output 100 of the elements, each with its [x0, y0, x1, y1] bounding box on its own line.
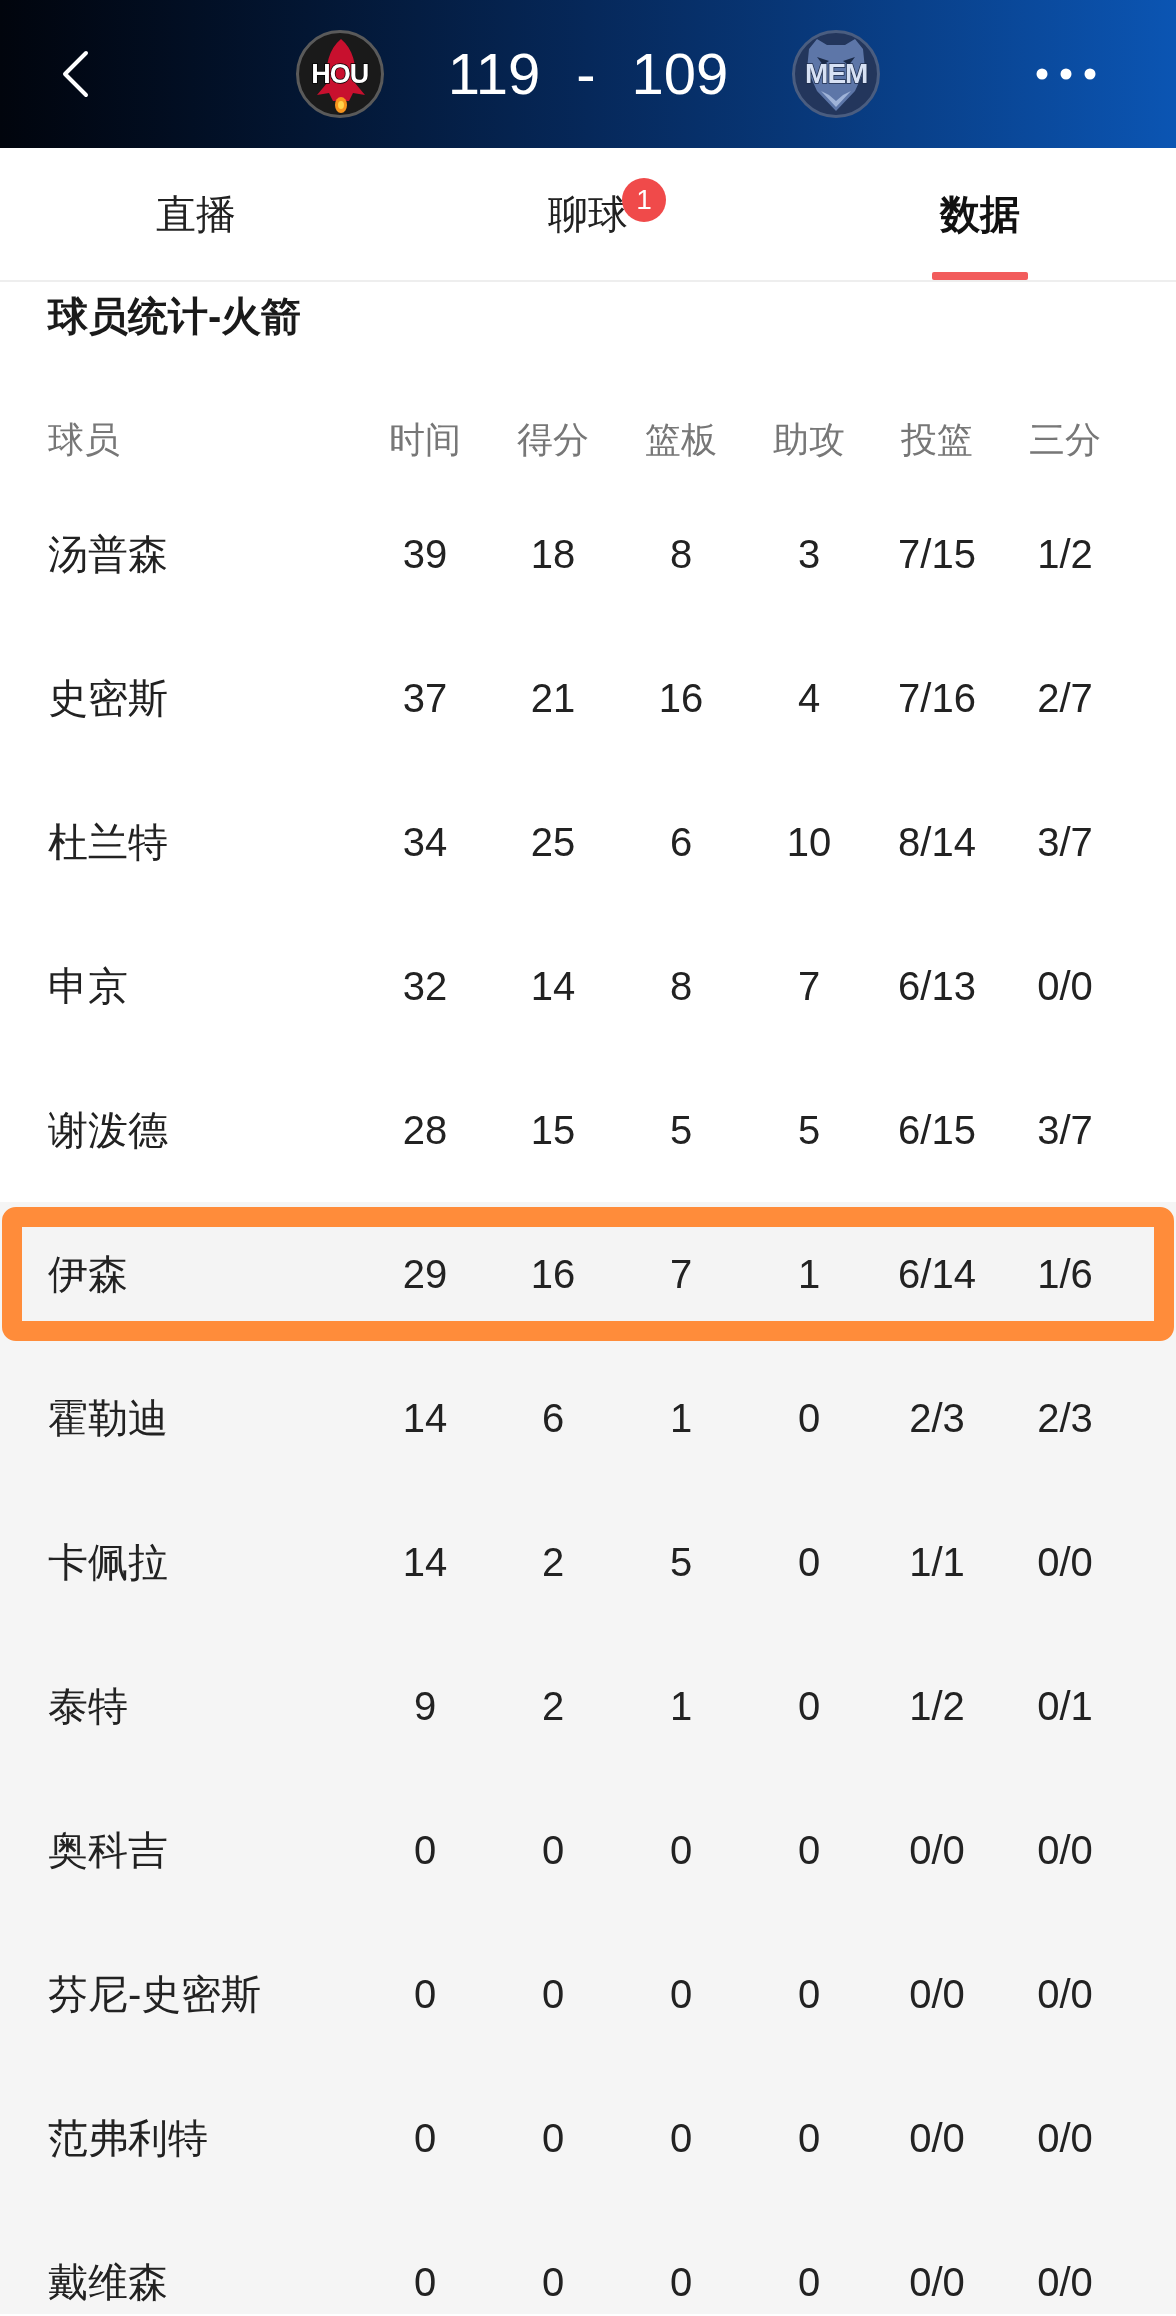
player-name[interactable]: 戴维森 [48, 2260, 168, 2304]
stat-value: 0/0 [909, 2116, 965, 2160]
player-name[interactable]: 杜兰特 [48, 820, 168, 864]
stat-value: 0 [541, 2116, 565, 2160]
stat-value: 37 [402, 676, 448, 720]
stat-value: 0 [413, 1972, 437, 2016]
stat-value: 16 [530, 1252, 576, 1296]
stat-value: 8 [669, 964, 693, 1008]
stat-value: 0 [413, 2116, 437, 2160]
stat-value: 6 [541, 1396, 565, 1440]
stat-value: 10 [786, 820, 832, 864]
player-name[interactable]: 范弗利特 [48, 2116, 208, 2160]
stat-value: 16 [658, 676, 704, 720]
back-icon[interactable] [60, 50, 90, 98]
stat-value: 0 [413, 1828, 437, 1872]
stat-value: 14 [530, 964, 576, 1008]
player-name[interactable]: 泰特 [48, 1684, 128, 1728]
stat-value: 0 [797, 1684, 821, 1728]
column-header[interactable]: 时间 [389, 419, 461, 460]
player-name[interactable]: 伊森 [48, 1252, 128, 1296]
stat-value: 5 [797, 1108, 821, 1152]
stat-value: 0 [797, 2116, 821, 2160]
stat-value: 1/1 [909, 1540, 965, 1584]
stat-value: 8 [669, 532, 693, 576]
column-header[interactable]: 三分 [1029, 419, 1101, 460]
stat-value: 6 [669, 820, 693, 864]
stat-value: 8/14 [898, 820, 976, 864]
stat-value: 7 [669, 1252, 693, 1296]
stat-value: 0 [797, 1828, 821, 1872]
stat-value: 2 [541, 1540, 565, 1584]
stat-value: 0/0 [909, 2260, 965, 2304]
stat-value: 0/0 [909, 1972, 965, 2016]
home-score: 119 [447, 45, 541, 103]
player-name[interactable]: 谢泼德 [48, 1108, 168, 1152]
stat-value: 9 [413, 1684, 437, 1728]
stat-value: 0/0 [1037, 1972, 1093, 2016]
stat-value: 29 [402, 1252, 448, 1296]
stat-value: 1 [797, 1252, 821, 1296]
stat-value: 15 [530, 1108, 576, 1152]
player-name[interactable]: 霍勒迪 [48, 1396, 168, 1440]
stat-value: 0 [541, 1828, 565, 1872]
stat-value: 7 [797, 964, 821, 1008]
stat-value: 2 [541, 1684, 565, 1728]
stat-value: 0 [797, 1396, 821, 1440]
stat-value: 18 [530, 532, 576, 576]
stat-value: 0 [669, 1972, 693, 2016]
column-header[interactable]: 球员 [48, 419, 120, 460]
stat-value: 2/3 [1037, 1396, 1093, 1440]
player-name[interactable]: 奥科吉 [48, 1828, 168, 1872]
stat-value: 14 [402, 1396, 448, 1440]
stat-value: 7/16 [898, 676, 976, 720]
tab[interactable]: 数据 [940, 190, 1020, 238]
more-icon[interactable] [1036, 68, 1096, 80]
stat-value: 0/0 [909, 1828, 965, 1872]
column-header[interactable]: 投篮 [901, 419, 973, 460]
stat-value: 2/3 [909, 1396, 965, 1440]
stat-value: 3/7 [1037, 820, 1093, 864]
stat-value: 6/15 [898, 1108, 976, 1152]
stat-value: 1 [669, 1684, 693, 1728]
stat-value: 0 [541, 2260, 565, 2304]
stat-value: 34 [402, 820, 448, 864]
away-score: 109 [631, 45, 729, 103]
stat-value: 3/7 [1037, 1108, 1093, 1152]
stat-value: 1/2 [909, 1684, 965, 1728]
player-name[interactable]: 卡佩拉 [48, 1540, 168, 1584]
player-name[interactable]: 芬尼-史密斯 [48, 1972, 262, 2016]
stat-value: 2/7 [1037, 676, 1093, 720]
stat-value: 0 [669, 1828, 693, 1872]
stat-value: 0/0 [1037, 1540, 1093, 1584]
stat-value: 0 [797, 1540, 821, 1584]
stat-value: 0 [797, 1972, 821, 2016]
stat-value: 5 [669, 1540, 693, 1584]
stat-value: 39 [402, 532, 448, 576]
stat-value: 6/14 [898, 1252, 976, 1296]
stat-value: 28 [402, 1108, 448, 1152]
stat-value: 3 [797, 532, 821, 576]
stat-value: 1 [669, 1396, 693, 1440]
stat-value: 0 [541, 1972, 565, 2016]
stat-value: 1/6 [1037, 1252, 1093, 1296]
column-header[interactable]: 助攻 [773, 419, 845, 460]
tab[interactable]: 直播 [156, 190, 236, 238]
score-separator: - [576, 45, 596, 103]
stat-value: 5 [669, 1108, 693, 1152]
stat-value: 1/2 [1037, 532, 1093, 576]
stat-value: 0/0 [1037, 2116, 1093, 2160]
stat-value: 0 [669, 2116, 693, 2160]
stat-value: 14 [402, 1540, 448, 1584]
player-name[interactable]: 汤普森 [48, 532, 168, 576]
column-header[interactable]: 得分 [517, 419, 589, 460]
player-name[interactable]: 史密斯 [48, 676, 168, 720]
stat-value: 21 [530, 676, 576, 720]
stat-value: 0/0 [1037, 964, 1093, 1008]
stat-value: 32 [402, 964, 448, 1008]
stat-value: 6/13 [898, 964, 976, 1008]
stat-value: 4 [797, 676, 821, 720]
stat-value: 0/1 [1037, 1684, 1093, 1728]
column-header[interactable]: 篮板 [645, 419, 717, 460]
stat-value: 0 [413, 2260, 437, 2304]
player-name[interactable]: 申京 [48, 964, 128, 1008]
stat-value: 25 [530, 820, 576, 864]
